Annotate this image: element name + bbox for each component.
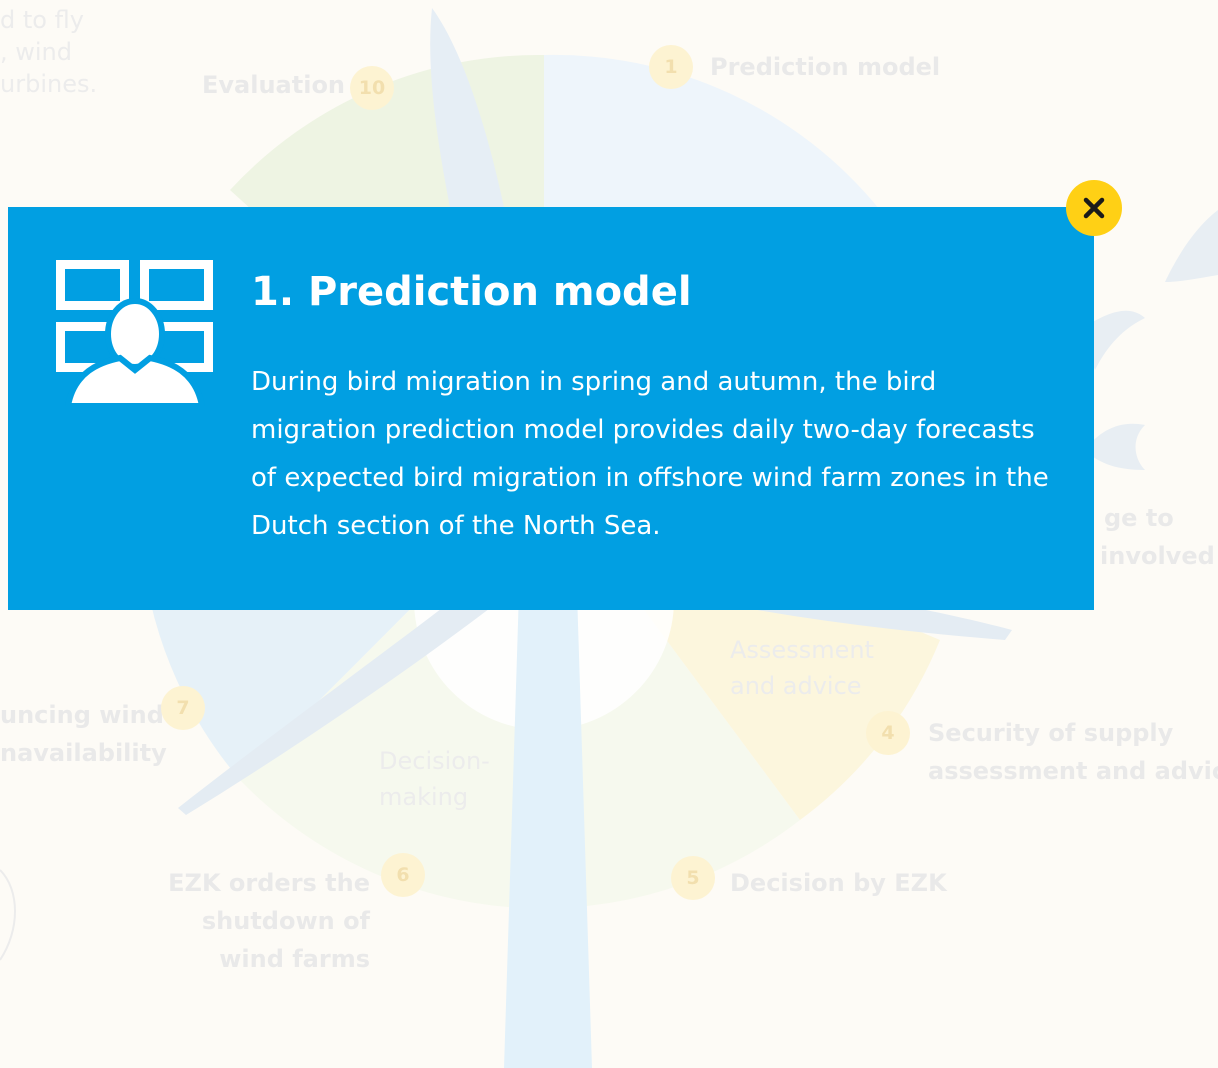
modal-description: During bird migration in spring and autu… [251,367,1049,541]
phase-label-line: and advice [730,672,862,700]
monitoring-screens-person-icon [56,260,213,406]
step-label-line: uncing wind [0,701,164,729]
step-label-line: ge to [1104,504,1174,532]
step-label-line: shutdown of [201,907,370,935]
step-badge-7[interactable]: 7 [161,686,205,730]
corner-text-line: urbines. [0,70,98,98]
step-badge-10[interactable]: 10 [350,66,394,110]
step-label-line: involved [1100,542,1215,570]
corner-text-line: , wind [0,38,72,66]
step-label-decision-by-ezk: Decision by EZK [730,869,947,897]
step-label-line: Security of supply [928,719,1174,747]
step-label-line: wind farms [219,945,370,973]
step-label-security-of-supply: Security of supply assessment and advice [928,714,1218,790]
step-label-line: EZK orders the [168,869,370,897]
step-label-announcing-wind: uncing wind navailability [0,696,167,772]
phase-label-decision-making: Decision- making [379,743,490,815]
step-badge-5[interactable]: 5 [671,856,715,900]
step-label-partial-right: ge to involved [1100,499,1215,575]
bird-icon [1085,423,1145,470]
step-label-evaluation: Evaluation [202,71,346,99]
modal-title: 1. Prediction model [251,269,692,315]
step-badge-6[interactable]: 6 [381,853,425,897]
step-label-line: navailability [0,739,167,767]
corner-text: d to fly , wind urbines. [0,4,97,100]
info-modal: 1. Prediction model During bird migratio… [8,207,1094,610]
phase-label-assessment: Assessment and advice [730,632,874,704]
step-badge-4[interactable]: 4 [866,711,910,755]
bird-silhouettes [1080,210,1218,470]
close-button[interactable] [1066,180,1122,236]
bird-outline-icon [0,869,16,961]
phase-label-line: making [379,783,469,811]
step-label-ezk-orders: EZK orders the shutdown of wind farms [150,864,370,978]
step-label-line: assessment and advice [928,757,1218,785]
phase-label-line: Decision- [379,747,490,775]
bird-icon [1165,210,1218,282]
step-badge-1[interactable]: 1 [649,45,693,89]
phase-label-line: Assessment [730,636,874,664]
step-label-prediction-model: Prediction model [710,53,941,81]
close-icon [1083,197,1105,219]
corner-text-line: d to fly [0,6,84,34]
